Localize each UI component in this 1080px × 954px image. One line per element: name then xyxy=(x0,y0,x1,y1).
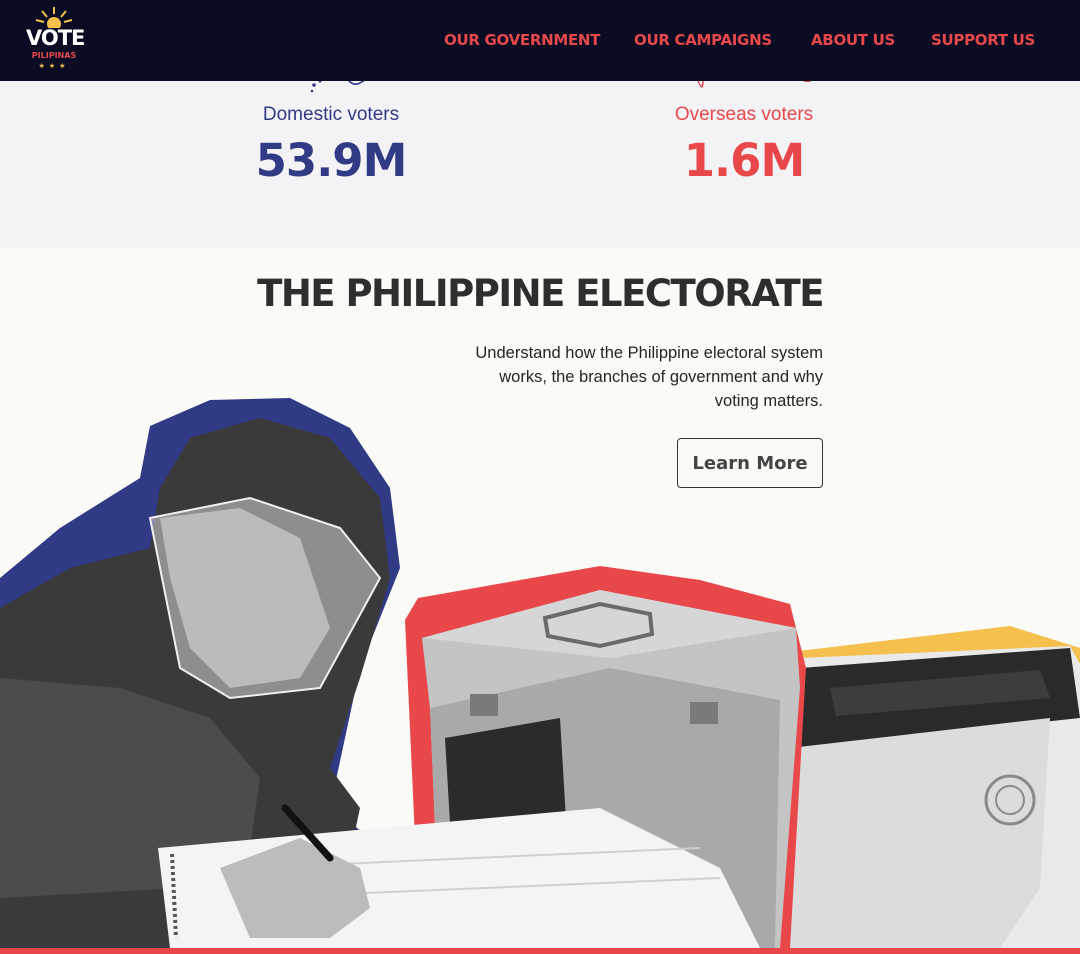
vote-pilipinas-logo[interactable]: VOTE PILIPINAS ★★★ xyxy=(26,6,85,76)
philippine-electorate-section: THE PHILIPPINE ELECTORATE Understand how… xyxy=(0,248,1080,954)
section-description: Understand how the Philippine electoral … xyxy=(475,344,823,410)
bottom-accent-stripe xyxy=(0,948,1080,954)
logo-stars: ★★★ xyxy=(38,62,70,70)
nav-about-us[interactable]: ABOUT US xyxy=(811,31,895,49)
page: VOTE PILIPINAS ★★★ OUR GOVERNMENT OUR CA… xyxy=(0,0,1080,954)
voter-stats-section: Domestic voters 53.9M Overseas voters 1.… xyxy=(0,74,1080,248)
domestic-voters-value: 53.9M xyxy=(255,134,408,187)
nav-our-government[interactable]: OUR GOVERNMENT xyxy=(444,31,600,49)
logo-wordmark-vote: VOTE xyxy=(26,26,85,50)
nav-our-campaigns[interactable]: OUR CAMPAIGNS xyxy=(634,31,772,49)
sun-icon xyxy=(35,7,73,28)
domestic-voters-label: Domestic voters xyxy=(262,104,400,125)
logo-wordmark-pilipinas: PILIPINAS xyxy=(31,51,77,60)
section-title: THE PHILIPPINE ELECTORATE xyxy=(257,272,824,315)
nav-support-us[interactable]: SUPPORT US xyxy=(931,31,1035,49)
top-navigation-bar: VOTE PILIPINAS ★★★ OUR GOVERNMENT OUR CA… xyxy=(0,0,1080,81)
overseas-voters-value: 1.6M xyxy=(683,134,806,187)
learn-more-button[interactable]: Learn More xyxy=(677,438,823,488)
overseas-voters-label: Overseas voters xyxy=(674,104,814,125)
